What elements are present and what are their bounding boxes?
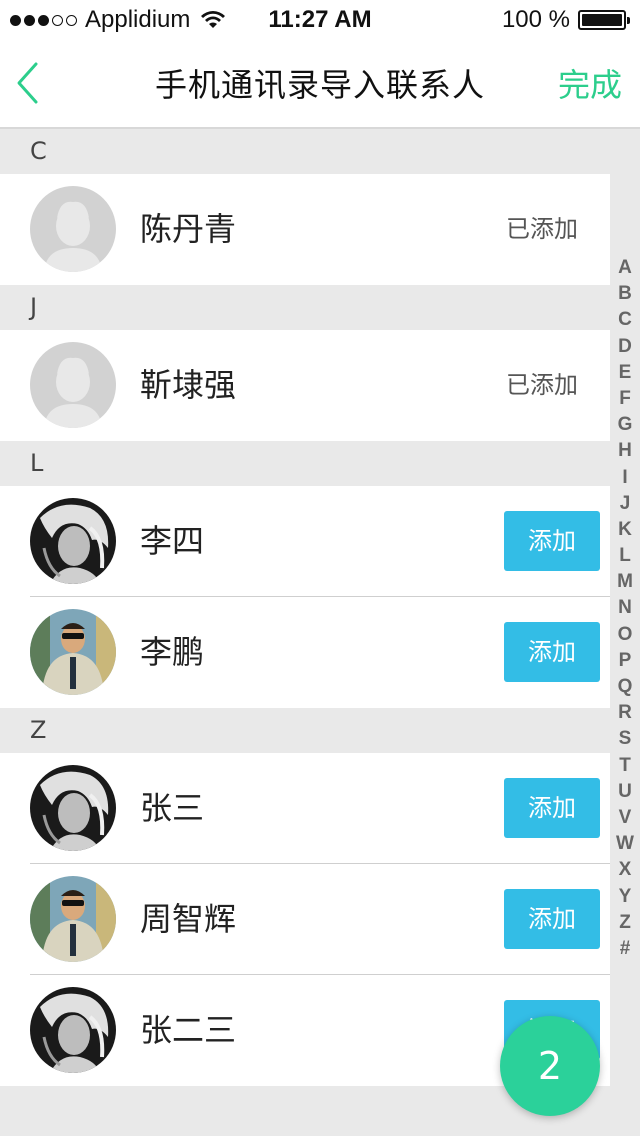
- section-header-l: L: [0, 441, 610, 486]
- index-letter[interactable]: Q: [612, 674, 638, 700]
- added-status-label: 已添加: [506, 215, 578, 243]
- index-letter[interactable]: V: [612, 805, 638, 831]
- alphabet-index-bar[interactable]: A B C D E F G H I J K L M N O P Q R S T U V W X Y Z #: [612, 255, 638, 962]
- section-header-j: J: [0, 285, 610, 330]
- contact-row[interactable]: 李四 添加: [0, 486, 610, 597]
- selected-count-badge[interactable]: 2: [500, 1016, 600, 1116]
- index-letter[interactable]: R: [612, 700, 638, 726]
- contact-row[interactable]: 靳埭强 已添加: [0, 330, 610, 441]
- add-contact-button[interactable]: 添加: [504, 778, 600, 838]
- contact-name: 张三: [140, 789, 205, 827]
- index-letter[interactable]: X: [612, 857, 638, 883]
- page-title: 手机通讯录导入联系人: [154, 66, 485, 104]
- battery-icon: [578, 10, 630, 30]
- navigation-bar: 手机通讯录导入联系人 完成: [0, 40, 640, 129]
- man-photo-avatar: [30, 609, 116, 695]
- placeholder-avatar: [30, 342, 116, 428]
- contact-name: 周智辉: [140, 900, 237, 938]
- add-contact-button[interactable]: 添加: [504, 889, 600, 949]
- index-letter[interactable]: D: [612, 334, 638, 360]
- contact-name: 陈丹青: [140, 210, 237, 248]
- man-photo-avatar: [30, 876, 116, 962]
- add-contact-button[interactable]: 添加: [504, 622, 600, 682]
- added-status-label: 已添加: [506, 371, 578, 399]
- index-letter[interactable]: O: [612, 622, 638, 648]
- index-letter[interactable]: G: [612, 412, 638, 438]
- placeholder-avatar: [30, 186, 116, 272]
- index-letter[interactable]: T: [612, 753, 638, 779]
- index-letter[interactable]: B: [612, 281, 638, 307]
- index-letter[interactable]: J: [612, 491, 638, 517]
- contact-name: 李鹏: [140, 633, 205, 671]
- index-letter[interactable]: L: [612, 543, 638, 569]
- status-bar: Applidium 11:27 AM 100 %: [0, 0, 640, 40]
- index-letter[interactable]: #: [612, 936, 638, 962]
- done-button[interactable]: 完成: [558, 60, 622, 106]
- index-letter[interactable]: U: [612, 779, 638, 805]
- contact-row[interactable]: 周智辉 添加: [0, 864, 610, 975]
- contact-name: 靳埭强: [140, 366, 237, 404]
- index-letter[interactable]: Y: [612, 884, 638, 910]
- index-letter[interactable]: Z: [612, 910, 638, 936]
- contact-list[interactable]: C陈丹青已添加J靳埭强已添加L李四添加李鹏添加Z张三添加周智辉添加张二三添加: [0, 129, 610, 1086]
- index-letter[interactable]: S: [612, 726, 638, 752]
- contact-name: 张二三: [140, 1011, 237, 1049]
- index-letter[interactable]: H: [612, 438, 638, 464]
- contact-row[interactable]: 张三 添加: [0, 753, 610, 864]
- woman-photo-avatar: [30, 498, 116, 584]
- index-letter[interactable]: E: [612, 360, 638, 386]
- index-letter[interactable]: I: [612, 465, 638, 491]
- contact-row[interactable]: 陈丹青 已添加: [0, 174, 610, 285]
- index-letter[interactable]: F: [612, 386, 638, 412]
- index-letter[interactable]: K: [612, 517, 638, 543]
- woman-photo-avatar: [30, 987, 116, 1073]
- index-letter[interactable]: P: [612, 648, 638, 674]
- index-letter[interactable]: A: [612, 255, 638, 281]
- index-letter[interactable]: M: [612, 569, 638, 595]
- woman-photo-avatar: [30, 765, 116, 851]
- status-right: 100 %: [501, 6, 630, 34]
- contact-row[interactable]: 李鹏 添加: [0, 597, 610, 708]
- section-header-z: Z: [0, 708, 610, 753]
- section-header-c: C: [0, 129, 610, 174]
- battery-percent: 100 %: [501, 6, 570, 33]
- index-letter[interactable]: C: [612, 307, 638, 333]
- add-contact-button[interactable]: 添加: [504, 511, 600, 571]
- index-letter[interactable]: N: [612, 595, 638, 621]
- contact-name: 李四: [140, 522, 205, 560]
- index-letter[interactable]: W: [612, 831, 638, 857]
